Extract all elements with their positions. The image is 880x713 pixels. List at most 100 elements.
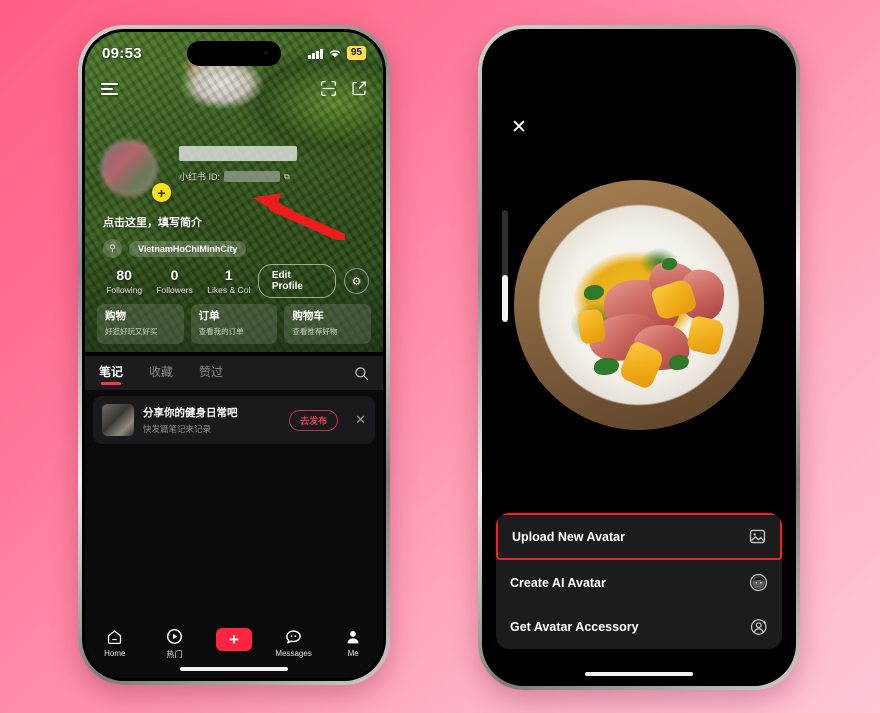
stat-label: Likes & Col	[207, 284, 251, 295]
right-phone-frame: ✕ Upload New Avatar Create AI Avatar Get…	[478, 25, 800, 690]
promo-subtitle: 快发篇笔记来记录	[143, 424, 212, 434]
profile-tag-row: ⚲ VietnamHoChiMinhCity	[103, 239, 247, 258]
plus-button[interactable]: +	[215, 628, 252, 651]
card-cart[interactable]: 购物车 查看推荐好物	[284, 304, 372, 344]
left-phone-frame: 09:53 95 + 小红书 ID: ⧉ 点击这里，填写简介 ⚲ Vietnam…	[78, 25, 390, 685]
tabbar-item-home[interactable]: Home	[85, 628, 145, 658]
tabbar-label: Home	[104, 649, 126, 658]
note-thumbnail	[102, 404, 134, 436]
status-indicators: 95	[308, 46, 366, 60]
stat-followers[interactable]: 0 Followers	[149, 267, 199, 295]
menu-item-label: Get Avatar Accessory	[510, 620, 639, 634]
tabbar-item-messages[interactable]: Messages	[264, 628, 324, 658]
avatar-options-sheet: Upload New Avatar Create AI Avatar Get A…	[496, 513, 782, 649]
message-icon	[285, 628, 302, 645]
menu-item-create-ai-avatar[interactable]: Create AI Avatar	[496, 560, 782, 605]
location-tag[interactable]: VietnamHoChiMinhCity	[129, 240, 247, 257]
status-time: 09:53	[102, 44, 142, 62]
card-orders[interactable]: 订单 查看我的订单	[190, 304, 278, 344]
left-phone-screen: 09:53 95 + 小红书 ID: ⧉ 点击这里，填写简介 ⚲ Vietnam…	[85, 32, 383, 678]
close-icon[interactable]: ✕	[355, 412, 366, 428]
battery-badge: 95	[346, 46, 366, 60]
stat-value: 0	[170, 267, 179, 284]
person-icon	[345, 628, 361, 645]
card-title: 订单	[198, 310, 220, 322]
tabbar-label: Messages	[275, 649, 312, 658]
tabbar-item-hot[interactable]: 热门	[145, 628, 205, 660]
gear-icon[interactable]: ⚙	[344, 268, 369, 294]
annotation-arrow	[253, 193, 345, 240]
zoom-slider[interactable]	[502, 210, 508, 322]
promo-title: 分享你的健身日常吧	[143, 407, 238, 419]
avatar-accessory-icon	[750, 618, 768, 636]
menu-item-label: Create AI Avatar	[510, 575, 606, 590]
mango-piece	[576, 308, 607, 345]
mint-leaf	[669, 355, 689, 370]
stat-value: 1	[224, 267, 233, 284]
stat-label: Followers	[156, 284, 193, 295]
left-phone-bezel: 09:53 95 + 小红书 ID: ⧉ 点击这里，填写简介 ⚲ Vietnam…	[82, 29, 386, 681]
card-subtitle: 查看推荐好物	[292, 326, 338, 336]
hero-icon-row	[85, 80, 383, 97]
home-indicator	[585, 672, 693, 676]
avatar-container[interactable]: +	[101, 140, 171, 202]
tab-notes[interactable]: 笔记	[99, 363, 123, 385]
ai-avatar-icon	[749, 573, 768, 592]
share-icon[interactable]	[351, 80, 367, 97]
stat-following[interactable]: 80 Following	[99, 267, 149, 295]
dynamic-island	[187, 41, 281, 66]
copy-icon[interactable]: ⧉	[284, 172, 290, 182]
right-phone-bezel: ✕ Upload New Avatar Create AI Avatar Get…	[482, 29, 796, 686]
avatar-preview-photo[interactable]	[514, 180, 764, 430]
stat-value: 80	[116, 267, 132, 284]
promo-publish-button[interactable]: 去发布	[289, 409, 339, 431]
hamburger-menu-icon[interactable]	[101, 82, 118, 95]
mango-piece	[685, 314, 725, 356]
user-id-line: 小红书 ID: ⧉	[179, 170, 297, 183]
hero-right-icons	[320, 80, 367, 97]
profile-actions: Edit Profile ⚙	[257, 264, 369, 298]
stat-label: Following	[106, 284, 143, 295]
gender-icon[interactable]: ⚲	[103, 239, 122, 258]
qr-scan-icon[interactable]	[320, 80, 337, 97]
content-tabs: 笔记 收藏 赞过	[85, 356, 383, 390]
card-subtitle: 好逛好玩又好买	[105, 326, 158, 336]
edit-profile-button[interactable]: Edit Profile	[257, 264, 337, 298]
username-redacted	[179, 146, 297, 161]
tabbar-item-me[interactable]: Me	[323, 628, 383, 658]
right-phone-screen: ✕ Upload New Avatar Create AI Avatar Get…	[485, 32, 793, 683]
tabbar-item-create[interactable]: +	[204, 628, 264, 651]
card-subtitle: 查看我的订单	[198, 326, 244, 336]
tab-liked[interactable]: 赞过	[199, 363, 223, 384]
avatar-preview-area	[485, 180, 793, 430]
profile-stats: 80 Following 0 Followers 1 Likes & Col E…	[85, 264, 383, 298]
avatar-add-badge[interactable]: +	[152, 183, 171, 202]
card-shopping[interactable]: 购物 好逛好玩又好买	[97, 304, 184, 344]
user-id-label: 小红书 ID:	[179, 172, 221, 182]
menu-item-upload-new-avatar[interactable]: Upload New Avatar	[496, 513, 782, 560]
bio-prompt[interactable]: 点击这里，填写简介	[103, 214, 202, 230]
stat-likes-collections[interactable]: 1 Likes & Col	[200, 267, 258, 295]
mint-leaf	[594, 357, 619, 375]
home-indicator	[180, 667, 288, 671]
close-icon[interactable]: ✕	[511, 116, 527, 139]
play-circle-icon	[166, 628, 183, 645]
wifi-icon	[329, 49, 340, 57]
promo-text: 分享你的健身日常吧 快发篇笔记来记录	[143, 405, 238, 435]
cellular-signal-icon	[308, 48, 323, 59]
tabbar-label: 热门	[166, 650, 183, 659]
image-icon	[749, 528, 766, 545]
user-id-redacted	[224, 171, 281, 182]
menu-item-get-avatar-accessory[interactable]: Get Avatar Accessory	[496, 605, 782, 649]
card-title: 购物	[105, 310, 126, 322]
mint-leaf	[661, 257, 677, 270]
tab-collections[interactable]: 收藏	[149, 363, 173, 384]
card-title: 购物车	[292, 310, 324, 322]
home-icon	[106, 628, 123, 645]
menu-item-label: Upload New Avatar	[512, 529, 625, 544]
tabbar-label: Me	[347, 649, 359, 658]
promo-banner[interactable]: 分享你的健身日常吧 快发篇笔记来记录 去发布 ✕	[93, 396, 375, 444]
search-icon[interactable]	[354, 366, 369, 381]
avatar[interactable]	[101, 140, 157, 196]
shopping-cards: 购物 好逛好玩又好买 订单 查看我的订单 购物车 查看推荐好物	[85, 304, 383, 344]
